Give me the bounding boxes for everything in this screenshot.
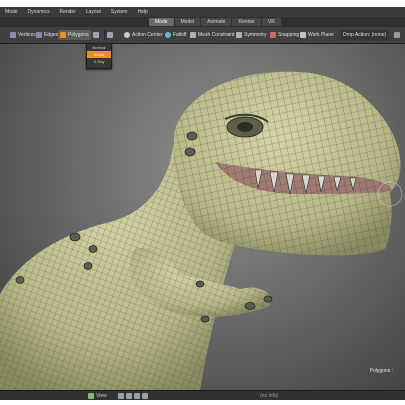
grid-icon[interactable]: [134, 393, 140, 399]
mesh-constraint-icon: [190, 32, 196, 38]
symmetry-icon: [236, 32, 242, 38]
work-plane-button[interactable]: Work Plane: [298, 30, 336, 40]
layout-options-icon: [394, 32, 400, 38]
falloff-icon: [165, 32, 171, 38]
menu-layout[interactable]: Layout: [81, 7, 106, 17]
tab-animate[interactable]: Animate: [201, 18, 232, 26]
work-plane-label: Work Plane: [308, 32, 334, 38]
light-icon[interactable]: [126, 393, 132, 399]
app-frame: Mode Dynamics Render Layout System Help …: [0, 0, 405, 405]
tab-vr[interactable]: VR: [261, 18, 281, 26]
menu-render[interactable]: Render: [54, 7, 80, 17]
selection-type-button[interactable]: [92, 30, 100, 40]
drop-action-select[interactable]: Drop Action: (none): [340, 30, 390, 40]
symmetry-button[interactable]: Symmetry: [234, 30, 269, 40]
vertices-icon: [10, 32, 16, 38]
layout-options-button[interactable]: [393, 30, 401, 40]
tab-mode[interactable]: Mode: [149, 18, 174, 26]
camera-icon[interactable]: [118, 393, 124, 399]
work-plane-icon: [300, 32, 306, 38]
tab-model[interactable]: Model: [174, 18, 201, 26]
menu-mode[interactable]: Mode: [0, 7, 23, 17]
viewport-info-label: Polygons :: [369, 368, 393, 374]
tab-render[interactable]: Render: [232, 18, 261, 26]
polygons-label: Polygons: [68, 32, 89, 38]
toolbar: Vertices Edges Polygons Action Center Fa…: [0, 27, 405, 44]
toolbar-divider: [104, 30, 105, 40]
polygons-icon: [60, 32, 66, 38]
action-center-label: Action Center: [132, 32, 163, 38]
menu-bar: Mode Dynamics Render Layout System Help: [0, 7, 405, 17]
falloff-button[interactable]: Falloff: [163, 30, 189, 40]
view-label[interactable]: View: [96, 391, 107, 400]
tool-grip: [2, 30, 6, 40]
drop-action-label: Drop Action: (none): [343, 32, 387, 38]
edges-button[interactable]: Edges: [34, 30, 60, 40]
modo-window: Mode Dynamics Render Layout System Help …: [0, 7, 405, 400]
layout-tab-bar: Mode Model Animate Render VR: [0, 17, 405, 27]
mesh-constraint-label: Mesh Constraint: [198, 32, 235, 38]
dinosaur-mesh: [0, 71, 403, 390]
action-center-icon: [124, 32, 130, 38]
mesh-constraint-button[interactable]: Mesh Constraint: [188, 30, 236, 40]
falloff-label: Falloff: [173, 32, 187, 38]
item-icon: [93, 32, 99, 38]
dropdown-item-normal[interactable]: Normal: [87, 44, 111, 51]
settings-icon[interactable]: [142, 393, 148, 399]
components-icon: [107, 32, 113, 38]
3d-viewport[interactable]: Polygons :: [0, 44, 405, 390]
snapping-icon: [270, 32, 276, 38]
edges-icon: [36, 32, 42, 38]
menu-help[interactable]: Help: [133, 7, 153, 17]
menu-system[interactable]: System: [106, 7, 133, 17]
display-mode-dropdown[interactable]: Normal Ghost X-Ray: [86, 43, 112, 69]
components-button[interactable]: [106, 30, 114, 40]
dropdown-item-xray[interactable]: X-Ray: [87, 58, 111, 65]
action-center-button[interactable]: Action Center: [122, 30, 164, 40]
menu-dynamics[interactable]: Dynamics: [23, 7, 55, 17]
status-bar: View (no info): [0, 390, 405, 400]
polygons-button[interactable]: Polygons: [58, 30, 91, 40]
edges-label: Edges: [44, 32, 59, 38]
symmetry-label: Symmetry: [244, 32, 267, 38]
snapping-label: Snapping: [278, 32, 300, 38]
snapping-button[interactable]: Snapping: [268, 30, 301, 40]
dropdown-item-ghost[interactable]: Ghost: [87, 51, 111, 58]
status-ok-icon: [88, 393, 94, 399]
status-hint: (no info): [260, 393, 279, 399]
